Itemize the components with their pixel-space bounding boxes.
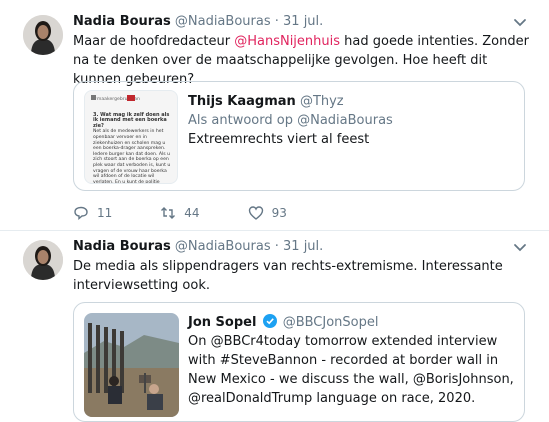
- quote-body: Thijs Kaagman @Thyz Als antwoord op @Nad…: [188, 92, 514, 149]
- retweet-count: 44: [184, 206, 200, 220]
- quote-text: Extreemrechts viert al feest: [188, 132, 370, 147]
- tweet-text: De media als slippendragers van rechts-e…: [73, 259, 503, 293]
- avatar[interactable]: [23, 15, 63, 55]
- tweet-2[interactable]: Nadia Bouras @NadiaBouras · 31 jul. De m…: [0, 232, 549, 422]
- reply-context: Als antwoord op @NadiaBouras: [188, 113, 393, 128]
- quote-body: Jon Sopel @BBCJonSopel On @BBCr4today to…: [188, 313, 514, 408]
- reply-count: 11: [97, 206, 113, 220]
- quote-author: Jon Sopel: [188, 315, 257, 330]
- logo-icon: [127, 95, 135, 101]
- retweet-icon: [161, 207, 176, 219]
- verified-badge-icon: [262, 314, 277, 328]
- reply-icon: [74, 206, 88, 220]
- quoted-tweet[interactable]: #maakergebruikvan 3. Wat mag ik zelf doe…: [73, 81, 525, 191]
- author-handle[interactable]: @NadiaBouras: [175, 239, 271, 254]
- tweet-1[interactable]: Nadia Bouras @NadiaBouras · 31 jul. Maar…: [0, 0, 549, 231]
- author-name[interactable]: Nadia Bouras: [73, 14, 171, 29]
- like-button[interactable]: 93: [248, 205, 287, 221]
- separator: ·: [274, 14, 279, 29]
- mention-link[interactable]: @HansNijenhuis: [234, 34, 340, 49]
- quote-text: On @BBCr4today tomorrow extended intervi…: [188, 334, 514, 406]
- heart-icon: [248, 206, 263, 220]
- retweet-button[interactable]: 44: [160, 205, 200, 221]
- quote-author: Thijs Kaagman: [188, 94, 296, 109]
- quoted-tweet[interactable]: Jon Sopel @BBCJonSopel On @BBCr4today to…: [73, 302, 525, 422]
- reply-button[interactable]: 11: [73, 205, 112, 221]
- tweet-header: Nadia Bouras @NadiaBouras · 31 jul.: [73, 239, 323, 254]
- author-name[interactable]: Nadia Bouras: [73, 239, 171, 254]
- quote-handle: @BBCJonSopel: [282, 315, 379, 330]
- quote-thumbnail[interactable]: [84, 313, 179, 417]
- thumbnail-article-text: #maakergebruikvan 3. Wat mag ik zelf doe…: [93, 97, 171, 184]
- border-wall-photo: [84, 313, 179, 417]
- back-arrow-icon: [91, 95, 96, 100]
- chevron-down-icon[interactable]: [513, 243, 527, 253]
- tweet-actions: 11 44 93: [73, 205, 335, 221]
- quote-thumbnail[interactable]: #maakergebruikvan 3. Wat mag ik zelf doe…: [84, 90, 178, 184]
- tweet-date[interactable]: 31 jul.: [283, 14, 323, 29]
- avatar[interactable]: [23, 240, 63, 280]
- like-count: 93: [271, 206, 287, 220]
- tweet-header: Nadia Bouras @NadiaBouras · 31 jul.: [73, 14, 323, 29]
- separator: ·: [274, 239, 279, 254]
- author-handle[interactable]: @NadiaBouras: [175, 14, 271, 29]
- chevron-down-icon[interactable]: [513, 18, 527, 28]
- quote-handle: @Thyz: [299, 94, 344, 109]
- tweet-date[interactable]: 31 jul.: [283, 239, 323, 254]
